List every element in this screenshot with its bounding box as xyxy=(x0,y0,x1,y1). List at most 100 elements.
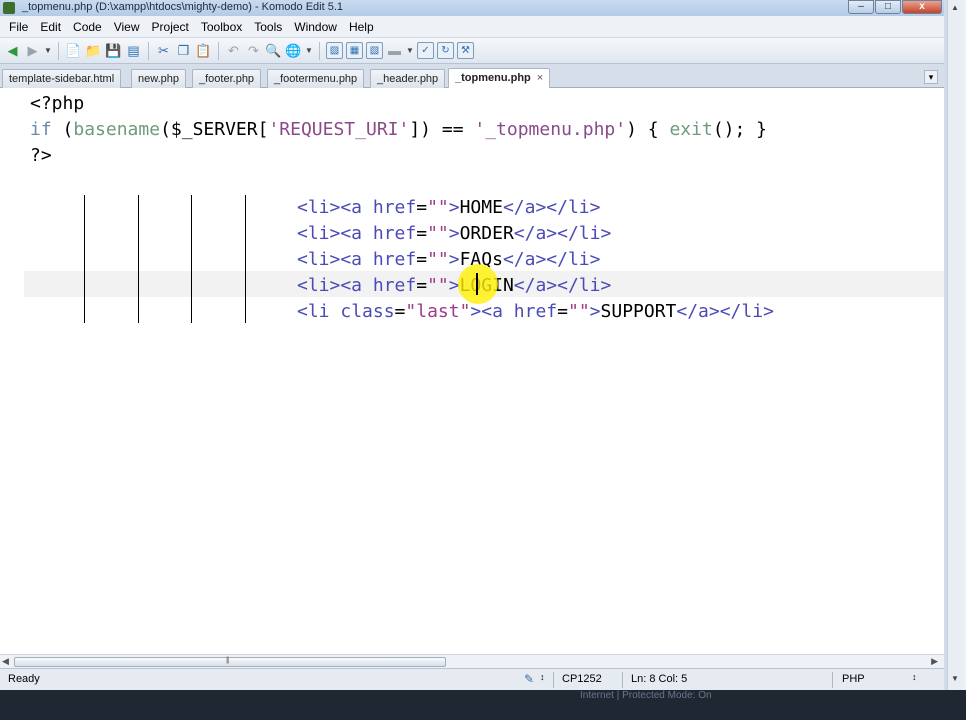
php-open-tag: <?php xyxy=(30,93,85,114)
new-file-icon[interactable]: 📄 xyxy=(65,42,82,59)
copy-icon[interactable]: ❐ xyxy=(175,42,192,59)
toolbox-dropdown-icon[interactable]: ▼ xyxy=(406,42,414,59)
code-line-faqs: <li><a href="">FAQs</a></li> xyxy=(297,247,601,273)
menu-help[interactable]: Help xyxy=(343,20,380,34)
menu-text-order: ORDER xyxy=(459,223,514,244)
text-cursor-icon xyxy=(476,273,478,295)
code-editor[interactable]: <?php if (basename($_SERVER['REQUEST_URI… xyxy=(0,88,944,654)
refresh-icon[interactable]: ↻ xyxy=(437,42,454,59)
php-close-tag: ?> xyxy=(30,145,52,166)
close-button[interactable]: x xyxy=(902,0,942,14)
html-tag: > xyxy=(448,249,460,270)
menu-code[interactable]: Code xyxy=(67,20,108,34)
check-syntax-icon[interactable]: ✎ xyxy=(524,672,540,686)
undo-icon[interactable]: ↶ xyxy=(225,42,242,59)
code-punct: = xyxy=(416,249,428,270)
menu-toolbox[interactable]: Toolbox xyxy=(195,20,248,34)
komodo-app-icon xyxy=(3,2,15,14)
status-encoding[interactable]: CP1252 xyxy=(562,673,602,685)
tab-new-php[interactable]: new.php xyxy=(131,69,186,88)
menu-tools[interactable]: Tools xyxy=(248,20,288,34)
code-punct: = xyxy=(416,275,428,296)
string-request-uri: 'REQUEST_URI' xyxy=(268,119,410,140)
language-dropdown-icon[interactable]: ↕ xyxy=(912,672,917,682)
save-all-icon[interactable]: ▤ xyxy=(125,42,142,59)
paste-icon[interactable]: 📋 xyxy=(195,42,212,59)
code-line-2: if (basename($_SERVER['REQUEST_URI']) ==… xyxy=(30,117,767,143)
status-separator xyxy=(832,672,833,688)
attr-value: "" xyxy=(567,301,590,322)
toggle-bottom-pane-icon[interactable]: ▦ xyxy=(346,42,363,59)
open-folder-icon[interactable]: 📁 xyxy=(85,42,102,59)
code-line-order: <li><a href="">ORDER</a></li> xyxy=(297,221,611,247)
scrollbar-thumb[interactable] xyxy=(14,657,446,667)
tab-topmenu-label: _topmenu.php xyxy=(455,72,531,84)
menu-view[interactable]: View xyxy=(108,20,146,34)
redo-icon[interactable]: ↷ xyxy=(245,42,262,59)
history-dropdown-icon[interactable]: ▼ xyxy=(44,42,52,59)
forward-icon[interactable]: ▶ xyxy=(24,42,41,59)
function-basename: basename xyxy=(73,119,161,140)
komodo-icon[interactable]: ✓ xyxy=(417,42,434,59)
indent-guide xyxy=(245,195,246,323)
attr-value: "" xyxy=(427,249,449,270)
html-tag: </a></li> xyxy=(502,249,601,270)
toolbar-separator xyxy=(218,41,219,60)
mouse-cursor-highlight xyxy=(458,264,498,304)
tab-footermenu-php[interactable]: _footermenu.php xyxy=(267,69,365,88)
toolbar-separator xyxy=(58,41,59,60)
preview-dropdown-icon[interactable]: ▼ xyxy=(305,42,313,59)
attr-value: "" xyxy=(427,223,449,244)
status-bar: Ready ✎ ↕ CP1252 Ln: 8 Col: 5 PHP ↕ xyxy=(0,668,944,690)
status-language[interactable]: PHP xyxy=(842,673,865,685)
vertical-scrollbar[interactable]: ▲ ▼ xyxy=(947,0,963,690)
toolbox-icon[interactable]: ▬ xyxy=(386,42,403,59)
scroll-right-icon[interactable]: ▶ xyxy=(931,656,938,667)
tab-template-sidebar[interactable]: template-sidebar.html xyxy=(2,69,122,88)
attr-value: "last" xyxy=(405,301,471,322)
menu-file[interactable]: File xyxy=(3,20,34,34)
horizontal-scrollbar[interactable]: ◀ ||| ▶ xyxy=(0,654,944,668)
tab-footer-php[interactable]: _footer.php xyxy=(192,69,262,88)
code-punct: = xyxy=(557,301,568,322)
window-title: _topmenu.php (D:\xampp\htdocs\mighty-dem… xyxy=(22,1,343,13)
status-separator xyxy=(553,672,554,688)
menu-project[interactable]: Project xyxy=(146,20,195,34)
toggle-right-pane-icon[interactable]: ▧ xyxy=(366,42,383,59)
scroll-left-icon[interactable]: ◀ xyxy=(2,656,9,667)
grip-icon: ||| xyxy=(226,657,230,664)
attr-value: "" xyxy=(427,197,449,218)
minimize-button[interactable]: – xyxy=(848,0,874,14)
code-line-support: <li class="last"><a href="">SUPPORT</a><… xyxy=(297,299,774,325)
html-tag: </a></li> xyxy=(502,197,601,218)
menu-text-support: SUPPORT xyxy=(600,301,677,322)
code-punct: ($_SERVER[ xyxy=(160,119,269,140)
code-punct: ( xyxy=(51,119,74,140)
tab-scroll-icon[interactable]: ▾ xyxy=(924,70,938,84)
menu-window[interactable]: Window xyxy=(288,20,343,34)
tab-close-icon[interactable]: × xyxy=(537,72,543,84)
tab-topmenu-php[interactable]: _topmenu.php × xyxy=(448,68,551,88)
browser-preview-icon[interactable]: 🌐 xyxy=(285,42,302,59)
scroll-down-icon[interactable]: ▼ xyxy=(951,674,959,683)
toggle-left-pane-icon[interactable]: ▨ xyxy=(326,42,343,59)
scroll-up-icon[interactable]: ▲ xyxy=(951,3,959,12)
tools-icon[interactable]: ⚒ xyxy=(457,42,474,59)
html-tag: </a></li> xyxy=(513,275,612,296)
status-cursor-position: Ln: 8 Col: 5 xyxy=(631,673,688,685)
cut-icon[interactable]: ✂ xyxy=(155,42,172,59)
html-attr: href xyxy=(372,249,417,270)
back-icon[interactable]: ◀ xyxy=(4,42,21,59)
tab-header-php[interactable]: _header.php xyxy=(370,69,446,88)
maximize-button[interactable]: □ xyxy=(875,0,901,14)
find-icon[interactable]: 🔍 xyxy=(265,42,282,59)
editor-gutter xyxy=(0,88,24,654)
save-icon[interactable]: 💾 xyxy=(105,42,122,59)
menu-edit[interactable]: Edit xyxy=(34,20,67,34)
html-tag: > xyxy=(589,301,601,322)
keyword-if: if xyxy=(30,119,52,140)
html-tag: <li><a xyxy=(297,249,373,270)
title-bar: _topmenu.php (D:\xampp\htdocs\mighty-dem… xyxy=(0,0,944,16)
html-tag: > xyxy=(448,223,460,244)
encoding-spinner-icon[interactable]: ↕ xyxy=(540,672,545,682)
